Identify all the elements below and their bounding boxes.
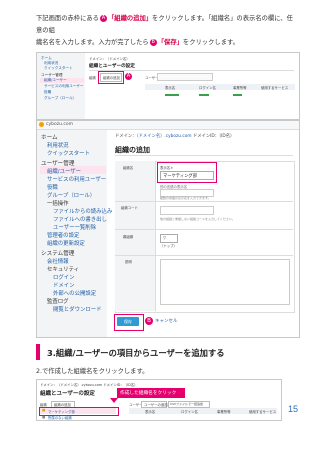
csv-import-button[interactable]: CSVファイルで一括追加 — [168, 401, 210, 408]
section-sub: 2.で作成した組織名をクリックします。 — [36, 368, 149, 375]
chevron-down-icon: ▽ — [163, 235, 167, 240]
nav-quickstart[interactable]: クイックスタート — [47, 149, 90, 157]
col-login-name: ログイン名 — [181, 410, 198, 414]
col-login-name: ログイン名 — [199, 86, 216, 90]
app-header: cybozu.com — [37, 121, 299, 130]
page-title: 組織とユーザーの設定 — [89, 64, 135, 69]
row-divider — [115, 255, 293, 256]
nav-download[interactable]: 閲覧とダウンロード — [53, 305, 102, 313]
nav-position[interactable]: 役職 — [44, 90, 51, 95]
highlight-add-org — [98, 71, 124, 84]
breadcrumb-domain[interactable]: （ドメイン名）.cybozu.com — [136, 134, 191, 139]
breadcrumb-prefix: ドメイン： — [115, 134, 137, 139]
col-display-name: 表示名 — [145, 410, 156, 414]
breadcrumb[interactable]: ドメイン：（ドメイン名） — [89, 56, 130, 61]
col-services: 使用するサービス — [261, 86, 289, 90]
intro-text: 下記画面の赤枠にある A 「組織の追加」をクリックします。「組織名」の表示名の欄に、… — [36, 13, 298, 49]
nav-service-users[interactable]: サービスの利用ユーザー — [47, 175, 106, 183]
org-code-input[interactable] — [160, 206, 214, 215]
breadcrumb[interactable]: ドメイン：（ドメイン名）.cybozu.com ドメインID：（ID名） — [40, 382, 138, 387]
nav-service-users[interactable]: サービスの利用ユーザー — [44, 84, 83, 89]
highlight-display-name — [157, 162, 217, 183]
badge-b-icon: B — [145, 317, 153, 325]
nav-home[interactable]: ホーム — [41, 133, 58, 141]
badge-b-icon: B — [149, 38, 157, 46]
breadcrumb-id: ドメインID：（ID名） — [192, 134, 235, 139]
nav-user-list[interactable]: ユーザー一覧削除 — [53, 223, 96, 231]
nav-usage[interactable]: 利用状況 — [47, 141, 69, 149]
badge-a-icon: A — [125, 73, 132, 80]
table-row — [165, 94, 179, 96]
cybozu-logo — [39, 122, 44, 127]
parent-value: （トップ） — [160, 244, 177, 248]
lang-note: 複数の言語の表示名を入力できます。 — [160, 196, 211, 200]
description-textarea[interactable] — [160, 259, 290, 305]
nav-group[interactable]: グループ（ロール） — [44, 96, 76, 101]
nav-login[interactable]: ログイン — [53, 273, 75, 281]
org-code-note: 他の組織と重複しない組織コードを入力してください。 — [160, 217, 235, 221]
title-divider — [115, 155, 293, 156]
parent-select[interactable]: ▽ — [160, 234, 178, 243]
callout-box: 作成した組織名をクリック — [117, 388, 185, 398]
add-user-button[interactable]: ユーザーの追加 — [141, 401, 168, 408]
badge-a-icon: A — [99, 14, 107, 22]
table-row — [199, 94, 209, 96]
nav-position[interactable]: 役職 — [47, 183, 58, 191]
page-number: 15 — [288, 404, 299, 414]
page-title: 組織とユーザーの設定 — [40, 391, 95, 397]
nav-domain[interactable]: ドメイン — [53, 281, 75, 289]
highlight-save — [114, 314, 144, 331]
row-divider — [115, 229, 293, 230]
nav-file-write[interactable]: ファイルへの書き出し — [53, 215, 107, 223]
breadcrumb: ドメイン：（ドメイン名）.cybozu.com ドメインID：（ID名） — [115, 133, 234, 139]
page-title: 組織の追加 — [115, 146, 150, 154]
nav-company[interactable]: 会社情報 — [47, 257, 69, 265]
label-org-code: 組織コード — [121, 206, 138, 210]
col-office: 事業所等 — [217, 410, 231, 414]
no-org-folder-icon: ■ — [42, 415, 46, 419]
section-marker — [36, 344, 40, 360]
intro-line2-c: をクリックします。 — [182, 39, 239, 46]
label-org-name: 組織名 — [123, 166, 134, 170]
nav-external[interactable]: 外部への公開設定 — [53, 289, 96, 297]
form-label-column — [115, 161, 156, 311]
nav-quickstart[interactable]: クイックスタート — [44, 66, 73, 71]
intro-line2-a: 織名名を入力します。入力が完了したら — [36, 39, 149, 46]
col-office: 事業所等 — [233, 86, 247, 90]
nav-admin-settings[interactable]: 管理者の設定 — [47, 231, 79, 239]
add-user-button-label: ユーザーの追加 — [144, 403, 168, 407]
nav-org-user[interactable]: 組織/ユーザー — [47, 167, 81, 175]
nav-system-admin: システム管理 — [41, 251, 75, 257]
cancel-link[interactable]: キャンセル — [155, 318, 178, 324]
label-parent: 親組織 — [123, 235, 134, 239]
nav-org-admin[interactable]: 組織の更新設定 — [47, 239, 85, 247]
intro-line2-b: 「保存」 — [157, 39, 183, 46]
section-heading: 3.組織/ユーザーの項目からユーザーを追加する — [47, 348, 225, 358]
nav-org-user[interactable]: 組織/ユーザー — [44, 78, 67, 83]
screenshot-add-org: cybozu.com ホーム 利用状況 クイックスタート ユーザー管理 組織/ユ… — [36, 120, 300, 338]
tab-org[interactable]: 組織 — [89, 75, 96, 80]
screenshot-org-settings: ホーム 利用状況 クイックスタート ユーザー管理 組織/ユーザー サービスの利用… — [36, 52, 300, 120]
col-display-name: 表示名 — [165, 86, 176, 90]
screenshot-org-list: ドメイン：（ドメイン名）.cybozu.com ドメインID：（ID名） 組織と… — [36, 379, 282, 421]
label-description: 説明 — [125, 260, 132, 264]
csv-import-label: CSVファイルで一括追加 — [170, 402, 204, 406]
intro-line1-b: 「組織の追加」 — [107, 15, 153, 22]
intro-line1-a: 下記画面の赤枠にある — [36, 15, 99, 22]
nav-bulk: 一括操作 — [47, 201, 69, 207]
nav-group[interactable]: グループ（ロール） — [47, 191, 95, 199]
nav-security: セキュリティ — [47, 267, 80, 273]
callout-arrow — [110, 398, 118, 403]
nav-file-read[interactable]: ファイルからの読み込み — [53, 207, 112, 215]
user-toolbar — [157, 73, 213, 81]
nav-audit: 監査ログ — [47, 299, 69, 305]
org-item-unassigned[interactable]: 所属のない組織 — [48, 415, 72, 420]
col-services: 使用するサービス — [249, 410, 277, 414]
callout-text: 作成した組織名をクリック — [120, 391, 177, 396]
header-logo-text: cybozu.com — [46, 122, 74, 127]
table-row — [233, 94, 242, 96]
row-divider — [115, 201, 293, 202]
